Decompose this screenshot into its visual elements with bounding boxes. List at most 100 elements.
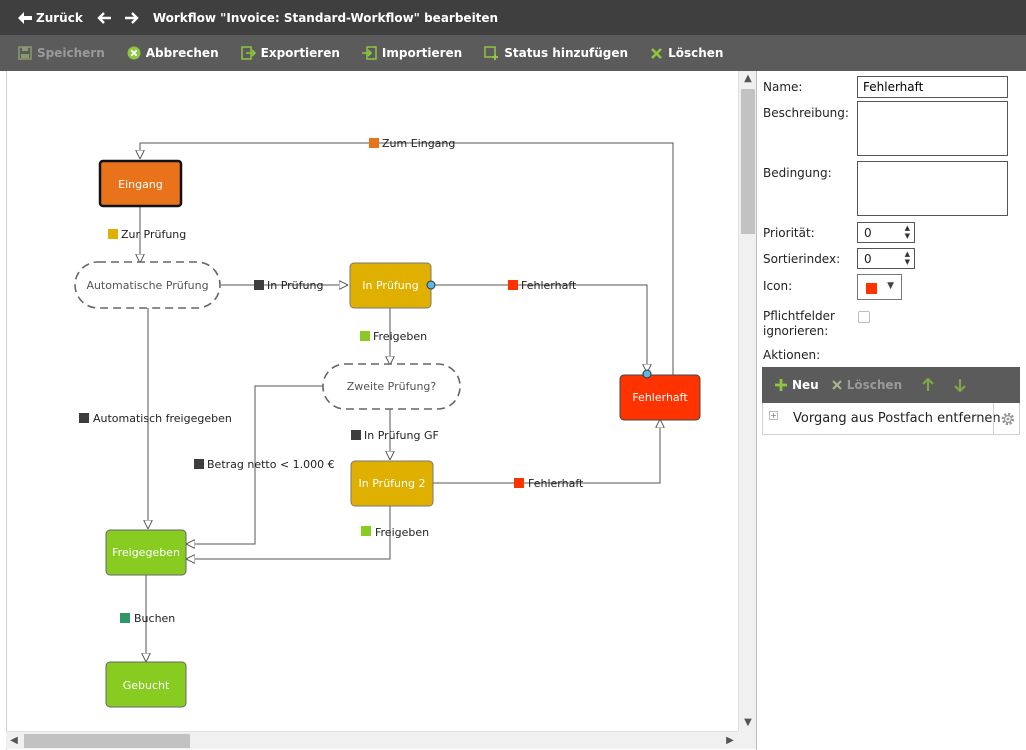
- connection-port[interactable]: [642, 369, 652, 379]
- edge-label-text: Freigeben: [375, 526, 429, 539]
- arrow-left-icon: [97, 11, 111, 24]
- edge-label-buchen[interactable]: Buchen: [120, 612, 175, 625]
- edge-label-zur-pruefung[interactable]: Zur Prüfung: [108, 228, 186, 241]
- save-button[interactable]: Speichern: [18, 46, 105, 60]
- action-label: Vorgang aus Postfach entfernen: [793, 411, 1001, 426]
- node-label: Zweite Prüfung?: [347, 380, 437, 393]
- priority-label: Priorität:: [763, 226, 815, 240]
- cancel-button[interactable]: Abbrechen: [127, 46, 219, 60]
- gear-icon: [1001, 412, 1014, 425]
- node-label: Automatische Prüfung: [86, 279, 208, 292]
- node-fehlerhaft[interactable]: Fehlerhaft: [619, 374, 701, 421]
- history-back-button[interactable]: [97, 11, 111, 24]
- scroll-left-icon[interactable]: ◀: [6, 732, 22, 750]
- connection-port[interactable]: [426, 280, 436, 290]
- node-automatische-pruefung[interactable]: Automatische Prüfung: [74, 261, 221, 309]
- node-eingang[interactable]: Eingang: [98, 159, 183, 208]
- arrow-left-icon: [18, 11, 32, 24]
- actions-toolbar: Neu Löschen: [762, 367, 1020, 403]
- node-freigegeben[interactable]: Freigegeben: [105, 529, 187, 576]
- edge-label-text: Betrag netto < 1.000 €: [207, 458, 335, 471]
- sort-index-stepper[interactable]: 0 ▲ ▼: [857, 248, 915, 269]
- save-label: Speichern: [37, 46, 105, 60]
- delete-button[interactable]: Löschen: [650, 46, 723, 60]
- back-label: Zurück: [36, 10, 83, 25]
- mandatory-label-line2: ignorieren:: [763, 324, 829, 338]
- node-label: Eingang: [118, 178, 163, 191]
- arrow-up-icon: [922, 378, 934, 391]
- arrow-down-icon: [954, 379, 966, 392]
- icon-color-swatch: [866, 283, 877, 294]
- sort-label: Sortierindex:: [763, 252, 841, 266]
- description-field[interactable]: [857, 101, 1008, 156]
- move-down-button[interactable]: [954, 378, 970, 392]
- edge-label-text: Zum Eingang: [382, 137, 455, 150]
- condition-field[interactable]: [857, 161, 1008, 216]
- add-action-label: Neu: [792, 378, 819, 392]
- edge-label-text: Fehlerhaft: [528, 477, 584, 490]
- edge-label-freigeben-1[interactable]: Freigeben: [360, 330, 427, 343]
- add-status-icon: [484, 46, 499, 60]
- priority-stepper[interactable]: 0 ▲ ▼: [857, 222, 915, 243]
- node-gebucht[interactable]: Gebucht: [105, 661, 187, 708]
- edge-label-text: Fehlerhaft: [521, 279, 577, 292]
- actions-label: Aktionen:: [763, 348, 821, 362]
- move-up-button[interactable]: [922, 378, 938, 392]
- icon-select[interactable]: ▼: [857, 274, 902, 300]
- edge-fehlerhaft-2[interactable]: [433, 420, 660, 484]
- horizontal-scrollbar[interactable]: ◀ ▶: [6, 731, 738, 749]
- ignore-mandatory-checkbox[interactable]: [858, 311, 870, 323]
- node-label: Fehlerhaft: [632, 391, 688, 404]
- stepper-arrows-icon[interactable]: ▲ ▼: [905, 224, 910, 240]
- node-in-pruefung[interactable]: In Prüfung: [349, 262, 432, 309]
- export-label: Exportieren: [260, 46, 340, 60]
- edge-label-in-pruefung-gf[interactable]: In Prüfung GF: [351, 429, 439, 442]
- edge-label-betrag-netto[interactable]: Betrag netto < 1.000 €: [194, 458, 335, 471]
- history-forward-button[interactable]: [124, 11, 139, 24]
- add-status-label: Status hinzufügen: [504, 46, 629, 60]
- import-label: Importieren: [381, 46, 463, 60]
- main-toolbar: Speichern Abbrechen Exportieren Importie…: [0, 35, 1026, 71]
- action-list-item[interactable]: + Vorgang aus Postfach entfernen: [762, 403, 1020, 435]
- add-action-button[interactable]: Neu: [774, 378, 819, 392]
- scroll-down-icon[interactable]: ▼: [739, 715, 757, 731]
- edge-freigeben-2[interactable]: [187, 506, 391, 559]
- node-in-pruefung-2[interactable]: In Prüfung 2: [350, 460, 434, 507]
- edge-label-automatisch-freigegeben[interactable]: Automatisch freigegeben: [79, 412, 232, 425]
- edge-fehlerhaft-1[interactable]: [431, 284, 647, 372]
- arrow-right-icon: [124, 11, 139, 24]
- stepper-arrows-icon[interactable]: ▲ ▼: [905, 250, 910, 266]
- export-button[interactable]: Exportieren: [240, 46, 340, 60]
- node-zweite-pruefung[interactable]: Zweite Prüfung?: [322, 363, 461, 410]
- chevron-down-icon: ▼: [887, 281, 894, 291]
- node-label: In Prüfung: [362, 279, 418, 292]
- title-bar: Zurück Workflow "Invoice: Standard-Workf…: [0, 0, 1026, 35]
- workflow-diagram: Zum Eingang Zur Prüfung In Prüfung Fehle…: [74, 137, 701, 708]
- workflow-canvas[interactable]: Zum Eingang Zur Prüfung In Prüfung Fehle…: [6, 71, 756, 750]
- scroll-right-icon[interactable]: ▶: [722, 732, 738, 750]
- action-settings-button[interactable]: [993, 403, 1021, 434]
- priority-value: 0: [864, 226, 872, 240]
- delete-action-button[interactable]: Löschen: [831, 378, 902, 392]
- edge-label-freigeben-2[interactable]: Freigeben: [361, 526, 429, 539]
- back-button[interactable]: Zurück: [18, 11, 83, 25]
- import-icon: [361, 46, 377, 60]
- scroll-thumb[interactable]: [741, 89, 755, 234]
- name-label: Name:: [763, 80, 803, 94]
- scroll-thumb[interactable]: [24, 734, 190, 748]
- description-label: Beschreibung:: [763, 106, 849, 120]
- name-field[interactable]: [857, 76, 1008, 98]
- scroll-up-icon[interactable]: ▲: [739, 71, 757, 87]
- add-status-button[interactable]: Status hinzufügen: [484, 46, 628, 60]
- edge-label-text: Zur Prüfung: [121, 228, 186, 241]
- cancel-label: Abbrechen: [145, 46, 219, 60]
- cancel-icon: [127, 46, 141, 60]
- node-label: Freigegeben: [112, 546, 180, 559]
- export-icon: [240, 46, 256, 60]
- expand-icon[interactable]: +: [769, 411, 778, 420]
- vertical-scrollbar[interactable]: ▲ ▼: [738, 71, 756, 731]
- save-icon: [18, 46, 32, 60]
- mandatory-label-line1: Pflichtfelder: [763, 309, 835, 323]
- edge-label-zum-eingang[interactable]: Zum Eingang: [369, 137, 455, 150]
- import-button[interactable]: Importieren: [361, 46, 463, 60]
